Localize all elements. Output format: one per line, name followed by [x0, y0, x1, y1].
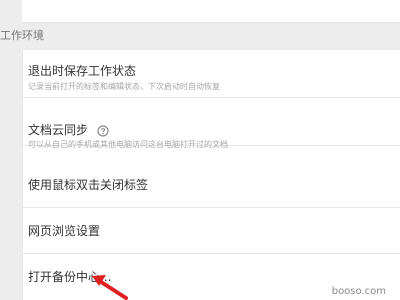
help-icon[interactable] [97, 125, 109, 137]
settings-item-doc-cloud-sync[interactable]: 文档云同步 可以从自己的手机或其他电脑访问这台电脑打开过的文档 [23, 98, 400, 149]
settings-item-title: 使用鼠标双击关闭标签 [28, 178, 149, 192]
settings-item-title: 网页浏览设置 [28, 224, 101, 238]
settings-item-title: 文档云同步 [28, 123, 89, 137]
settings-item-save-work-state[interactable]: 退出时保存工作状态 记录当前打开的标签和编辑状态，下次启动时自动恢复 [23, 50, 400, 98]
settings-item-desc: 记录当前打开的标签和编辑状态，下次启动时自动恢复 [28, 82, 220, 91]
settings-panel: 退出时保存工作状态 记录当前打开的标签和编辑状态，下次启动时自动恢复 文档云同步… [22, 50, 400, 300]
section-title: 工作环境 [0, 29, 44, 42]
arrow-icon [92, 275, 128, 300]
settings-item-web-browsing-settings[interactable]: 网页浏览设置 [23, 208, 400, 254]
settings-item-double-click-close-tab[interactable]: 使用鼠标双击关闭标签 [23, 161, 400, 208]
watermark-text: booso.com [331, 286, 386, 297]
settings-item-title: 退出时保存工作状态 [28, 64, 137, 78]
settings-item-desc: 可以从自己的手机或其他电脑访问这台电脑打开过的文档 [28, 140, 228, 149]
previous-section-card [22, 0, 400, 23]
settings-item-title-row: 文档云同步 [28, 123, 109, 138]
